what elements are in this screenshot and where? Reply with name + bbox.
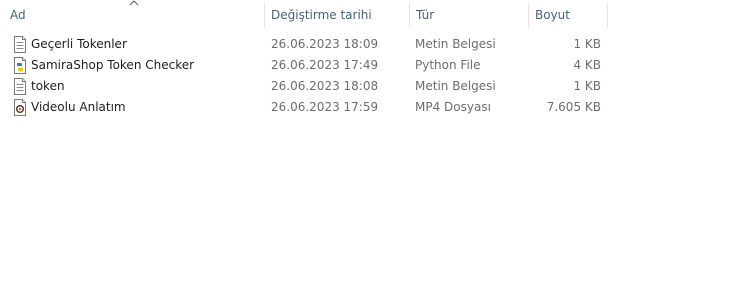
file-row[interactable]: SamiraShop Token Checker 26.06.2023 17:4… (0, 55, 730, 76)
file-row[interactable]: Geçerli Tokenler 26.06.2023 18:09 Metin … (0, 34, 730, 55)
file-type: Metin Belgesi (415, 37, 496, 51)
video-file-icon (14, 99, 26, 116)
file-date-modified: 26.06.2023 18:09 (271, 37, 379, 51)
column-header-date-modified[interactable]: Değiştirme tarihi (264, 3, 409, 28)
file-size: 7.605 KB (546, 100, 601, 114)
file-name[interactable]: Geçerli Tokenler (31, 34, 127, 55)
python-file-icon (14, 57, 26, 74)
file-date-modified: 26.06.2023 18:08 (271, 79, 379, 93)
file-size: 1 KB (573, 79, 601, 93)
file-name[interactable]: SamiraShop Token Checker (31, 55, 194, 76)
file-name[interactable]: Videolu Anlatım (31, 97, 126, 118)
column-header-type[interactable]: Tür (409, 3, 528, 28)
file-list: Geçerli Tokenler 26.06.2023 18:09 Metin … (0, 34, 730, 118)
text-document-icon (14, 78, 26, 95)
file-row[interactable]: Videolu Anlatım 26.06.2023 17:59 MP4 Dos… (0, 97, 730, 118)
file-type: MP4 Dosyası (415, 100, 491, 114)
column-header-name[interactable]: Ad (4, 3, 264, 28)
file-date-modified: 26.06.2023 17:59 (271, 100, 379, 114)
column-header-size[interactable]: Boyut (528, 3, 608, 28)
column-header-row: Ad Değiştirme tarihi Tür Boyut (0, 0, 730, 31)
file-size: 4 KB (573, 58, 601, 72)
file-row[interactable]: token 26.06.2023 18:08 Metin Belgesi 1 K… (0, 76, 730, 97)
file-size: 1 KB (573, 37, 601, 51)
file-date-modified: 26.06.2023 17:49 (271, 58, 379, 72)
file-explorer-details-view: Ad Değiştirme tarihi Tür Boyut Geçerli T… (0, 0, 730, 291)
file-type: Metin Belgesi (415, 79, 496, 93)
file-type: Python File (415, 58, 481, 72)
file-name[interactable]: token (31, 76, 65, 97)
text-document-icon (14, 36, 26, 53)
